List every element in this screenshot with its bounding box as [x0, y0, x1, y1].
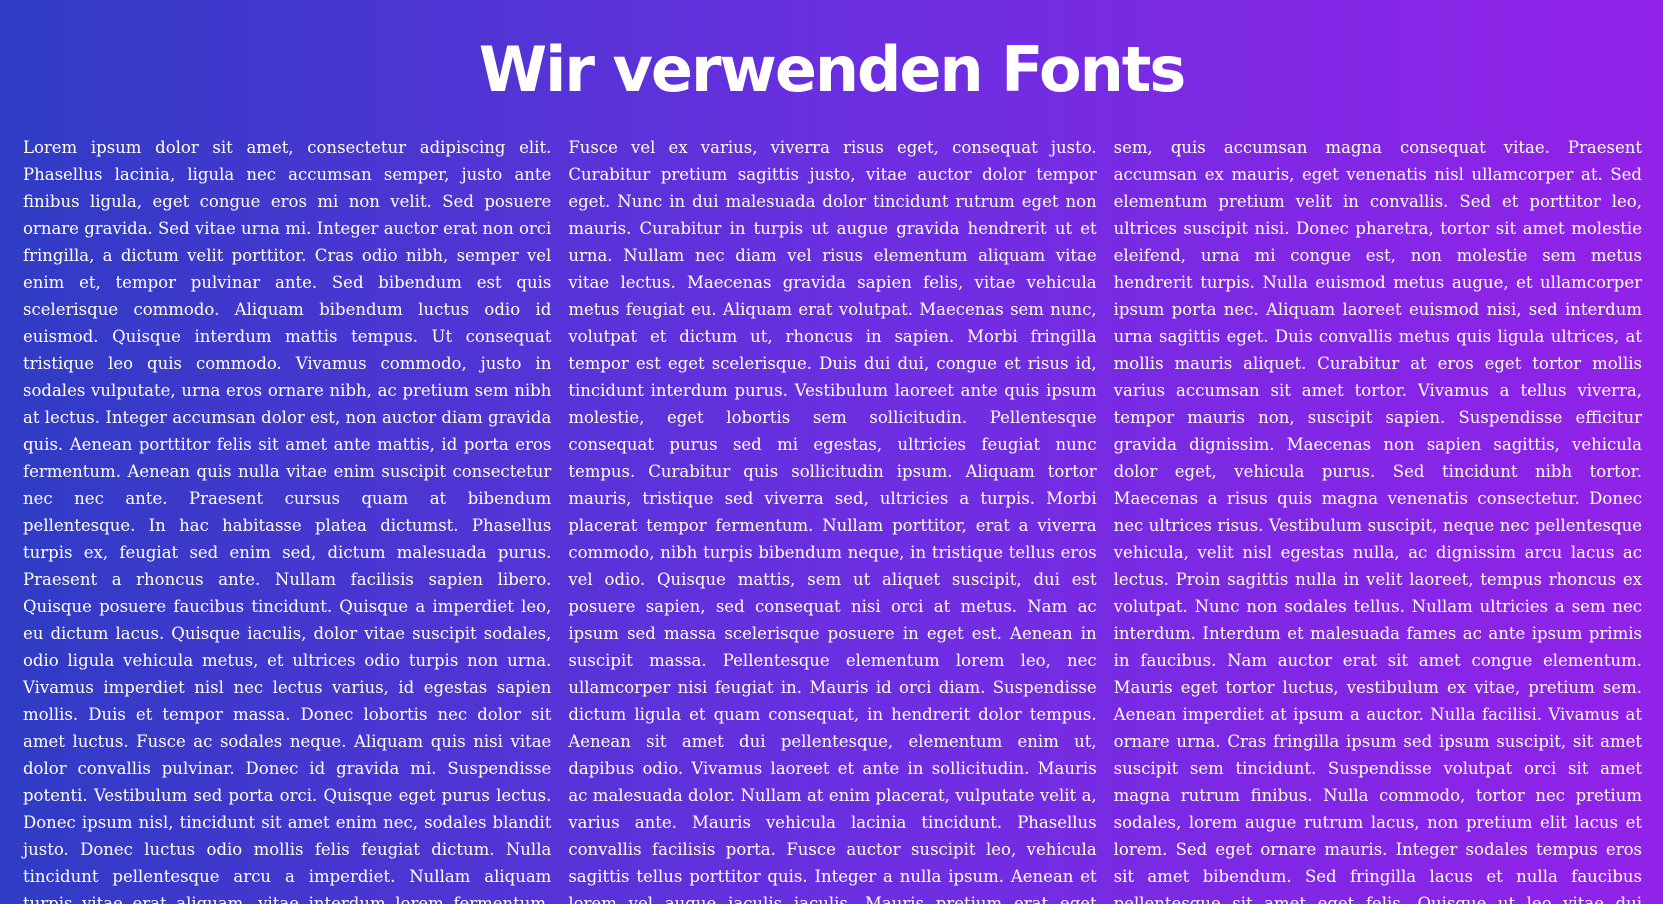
text-column-1: Lorem ipsum dolor sit amet, consectetur … — [23, 138, 552, 904]
text-columns: Lorem ipsum dolor sit amet, consectetur … — [23, 134, 1642, 904]
text-column-3: sem, quis accumsan magna consequat vitae… — [1113, 138, 1642, 904]
page: Wir verwenden Fonts Lorem ipsum dolor si… — [0, 0, 1663, 904]
page-title: Wir verwenden Fonts — [478, 33, 1187, 106]
text-column-2: Fusce vel ex varius, viverra risus eget,… — [568, 138, 1097, 904]
